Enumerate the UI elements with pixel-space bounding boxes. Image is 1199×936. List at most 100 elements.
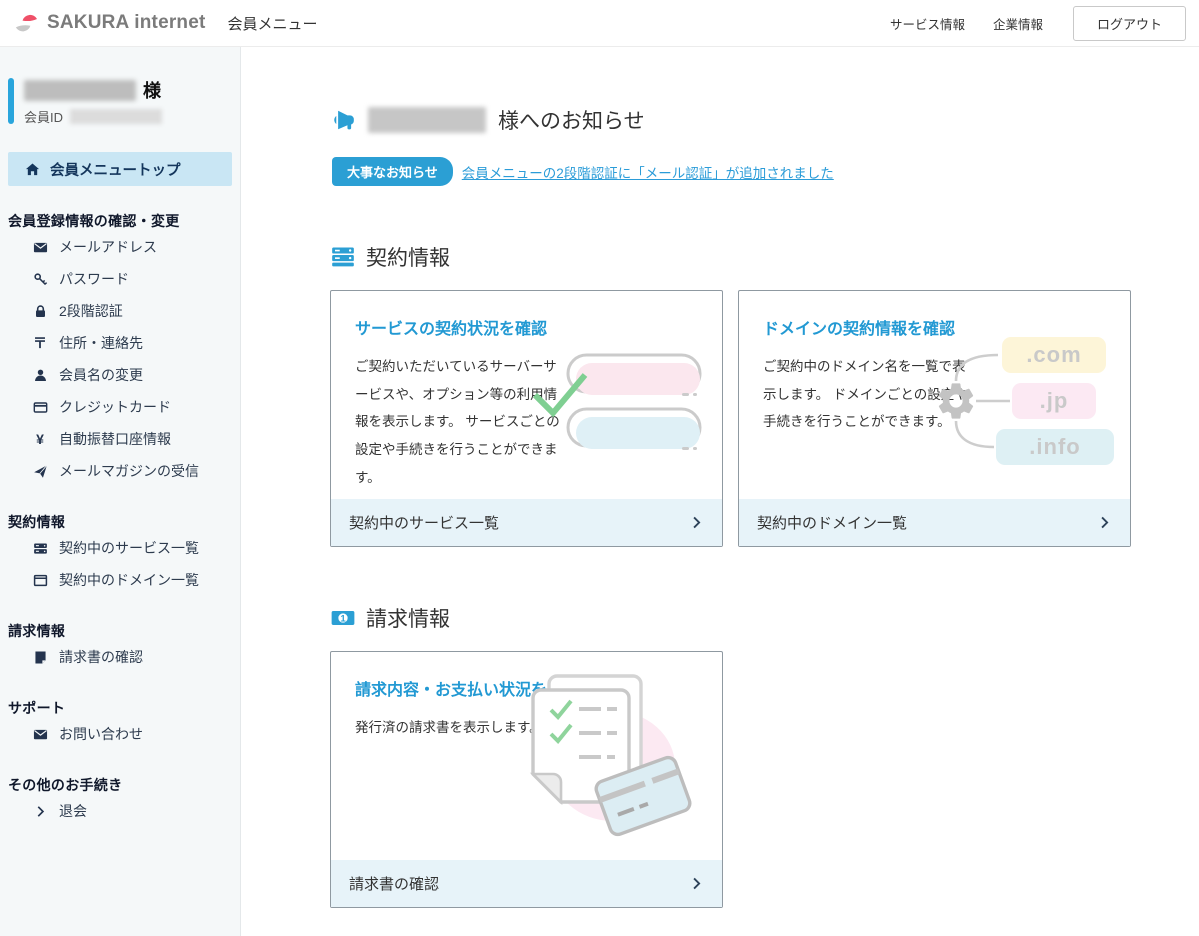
- tld-pill-com: .com: [1002, 337, 1106, 373]
- sidebar-item-label: お問い合わせ: [59, 724, 143, 744]
- server-icon: [32, 540, 48, 556]
- card-title: サービスの契約状況を確認: [355, 315, 698, 339]
- chevron-right-icon: [32, 803, 48, 819]
- card-footer-label: 契約中のサービス一覧: [349, 512, 499, 533]
- sidebar-section: 契約情報契約中のサービス一覧契約中のドメイン一覧: [0, 512, 240, 596]
- sidebar-item-member-menu-top[interactable]: 会員メニュートップ: [8, 152, 232, 186]
- announcement-heading: 様へのお知らせ: [330, 105, 1199, 135]
- sidebar-item-label: 契約中のドメイン一覧: [59, 570, 199, 590]
- envelope-icon: [32, 726, 48, 742]
- sidebar-item-label: パスワード: [59, 269, 129, 289]
- sidebar-section: 請求情報請求書の確認: [0, 621, 240, 673]
- sidebar-item[interactable]: 〒住所・連絡先: [0, 327, 240, 359]
- sidebar-item[interactable]: ¥ 自動振替口座情報: [0, 423, 240, 455]
- sidebar-item-label: メールマガジンの受信: [59, 461, 199, 481]
- sidebar-item[interactable]: 請求書の確認: [0, 641, 240, 673]
- card-description: ご契約中のドメイン名を一覧で表示します。 ドメインごとの設定や手続きを行うことが…: [763, 353, 975, 436]
- announcement-link[interactable]: 会員メニューの2段階認証に「メール認証」が追加されました: [462, 162, 834, 182]
- brand-text: SAKURA internet: [47, 12, 206, 34]
- logout-button[interactable]: ログアウト: [1073, 6, 1186, 41]
- sidebar-section-heading: 契約情報: [0, 512, 240, 532]
- key-icon: [32, 271, 48, 287]
- sidebar-item[interactable]: お問い合わせ: [0, 718, 240, 750]
- banknote-icon: 1: [330, 605, 356, 631]
- redacted-member-name: [24, 80, 136, 101]
- invoice-icon: [32, 649, 48, 665]
- card-title: ドメインの契約情報を確認: [763, 315, 1106, 339]
- nav-service-info[interactable]: サービス情報: [890, 14, 965, 33]
- announcement-title: 様へのお知らせ: [498, 105, 645, 135]
- home-icon: [24, 161, 40, 177]
- sidebar-item[interactable]: メールアドレス: [0, 231, 240, 263]
- chevron-right-icon: [689, 515, 704, 530]
- server-stack-icon: [330, 244, 356, 270]
- megaphone-icon: [330, 107, 356, 133]
- sidebar-item-label: 会員メニュートップ: [50, 159, 181, 180]
- sidebar-item[interactable]: 契約中のドメイン一覧: [0, 564, 240, 596]
- sidebar-item[interactable]: パスワード: [0, 263, 240, 295]
- sakura-logo: SAKURA internet: [13, 10, 206, 37]
- svg-text:1: 1: [340, 613, 345, 623]
- billing-section-heading: 1 請求情報: [330, 603, 1199, 633]
- billing-card: 請求内容・お支払い状況を確認 発行済の請求書を表示します。: [330, 651, 723, 908]
- sidebar-item[interactable]: 退会: [0, 795, 240, 827]
- announcement-row: 大事なお知らせ 会員メニューの2段階認証に「メール認証」が追加されました: [330, 157, 1199, 186]
- sidebar-item[interactable]: 2段階認証: [0, 295, 240, 327]
- sidebar-item-label: 会員名の変更: [59, 365, 143, 385]
- domain-contract-card: ドメインの契約情報を確認 ご契約中のドメイン名を一覧で表示します。 ドメインごと…: [738, 290, 1131, 547]
- important-notice-badge: 大事なお知らせ: [332, 157, 453, 186]
- domain-list-link[interactable]: 契約中のドメイン一覧: [739, 499, 1130, 546]
- sidebar-item-label: 自動振替口座情報: [59, 429, 171, 449]
- sidebar-item[interactable]: 会員名の変更: [0, 359, 240, 391]
- honorific-label: 様: [143, 77, 161, 103]
- redacted-member-name: [368, 107, 486, 133]
- top-header: SAKURA internet 会員メニュー サービス情報 企業情報 ログアウト: [0, 0, 1199, 47]
- sidebar-item-label: メールアドレス: [59, 237, 157, 257]
- sidebar-item[interactable]: クレジットカード: [0, 391, 240, 423]
- envelope-icon: [32, 239, 48, 255]
- sidebar-item-label: 請求書の確認: [59, 647, 143, 667]
- chevron-right-icon: [689, 876, 704, 891]
- tld-pill-info: .info: [996, 429, 1114, 465]
- sidebar-item-label: クレジットカード: [59, 397, 171, 417]
- sidebar-item[interactable]: メールマガジンの受信: [0, 455, 240, 487]
- chevron-right-icon: [1097, 515, 1112, 530]
- sidebar-section-heading: 請求情報: [0, 621, 240, 641]
- sidebar-section-heading: 会員登録情報の確認・変更: [0, 211, 240, 231]
- paper-plane-icon: [32, 463, 48, 479]
- service-contract-card: サービスの契約状況を確認 ご契約いただいているサーバーサービスや、オプション等の…: [330, 290, 723, 547]
- contract-section-heading: 契約情報: [330, 242, 1199, 272]
- postal-mark-icon: 〒: [32, 335, 48, 351]
- sidebar-item-label: 退会: [59, 801, 87, 821]
- sidebar-section: 会員登録情報の確認・変更メールアドレスパスワード2段階認証〒住所・連絡先会員名の…: [0, 211, 240, 487]
- sidebar-section: その他のお手続き退会: [0, 775, 240, 827]
- sidebar-item-label: 2段階認証: [59, 301, 123, 321]
- sidebar-section-heading: その他のお手続き: [0, 775, 240, 795]
- person-icon: [32, 367, 48, 383]
- header-nav: サービス情報 企業情報 ログアウト: [890, 6, 1186, 41]
- sakura-logo-icon: [13, 10, 40, 37]
- user-accent-bar: [8, 78, 14, 124]
- main-content: 様へのお知らせ 大事なお知らせ 会員メニューの2段階認証に「メール認証」が追加さ…: [241, 47, 1199, 936]
- service-list-link[interactable]: 契約中のサービス一覧: [331, 499, 722, 546]
- browser-window-icon: [32, 572, 48, 588]
- tld-pill-jp: .jp: [1012, 383, 1096, 419]
- card-footer-label: 契約中のドメイン一覧: [757, 512, 907, 533]
- section-title: 契約情報: [366, 242, 450, 272]
- nav-company-info[interactable]: 企業情報: [993, 14, 1043, 33]
- card-description: ご契約いただいているサーバーサービスや、オプション等の利用情報を表示します。 サ…: [355, 353, 567, 491]
- sidebar: 様 会員ID 会員メニュートップ 会員登録情報の確認・変更メールアドレスパスワー…: [0, 47, 241, 936]
- page-title: 会員メニュー: [228, 13, 318, 34]
- sidebar-item[interactable]: 契約中のサービス一覧: [0, 532, 240, 564]
- section-title: 請求情報: [366, 603, 450, 633]
- user-block: 様 会員ID: [0, 77, 240, 126]
- sidebar-section-heading: サポート: [0, 698, 240, 718]
- card-title: 請求内容・お支払い状況を確認: [355, 676, 698, 700]
- sidebar-item-label: 住所・連絡先: [59, 333, 143, 353]
- card-description: 発行済の請求書を表示します。: [355, 714, 698, 742]
- redacted-member-id: [70, 109, 162, 124]
- invoice-check-link[interactable]: 請求書の確認: [331, 860, 722, 907]
- yen-icon: ¥: [32, 431, 48, 447]
- sidebar-item-label: 契約中のサービス一覧: [59, 538, 199, 558]
- card-footer-label: 請求書の確認: [349, 873, 439, 894]
